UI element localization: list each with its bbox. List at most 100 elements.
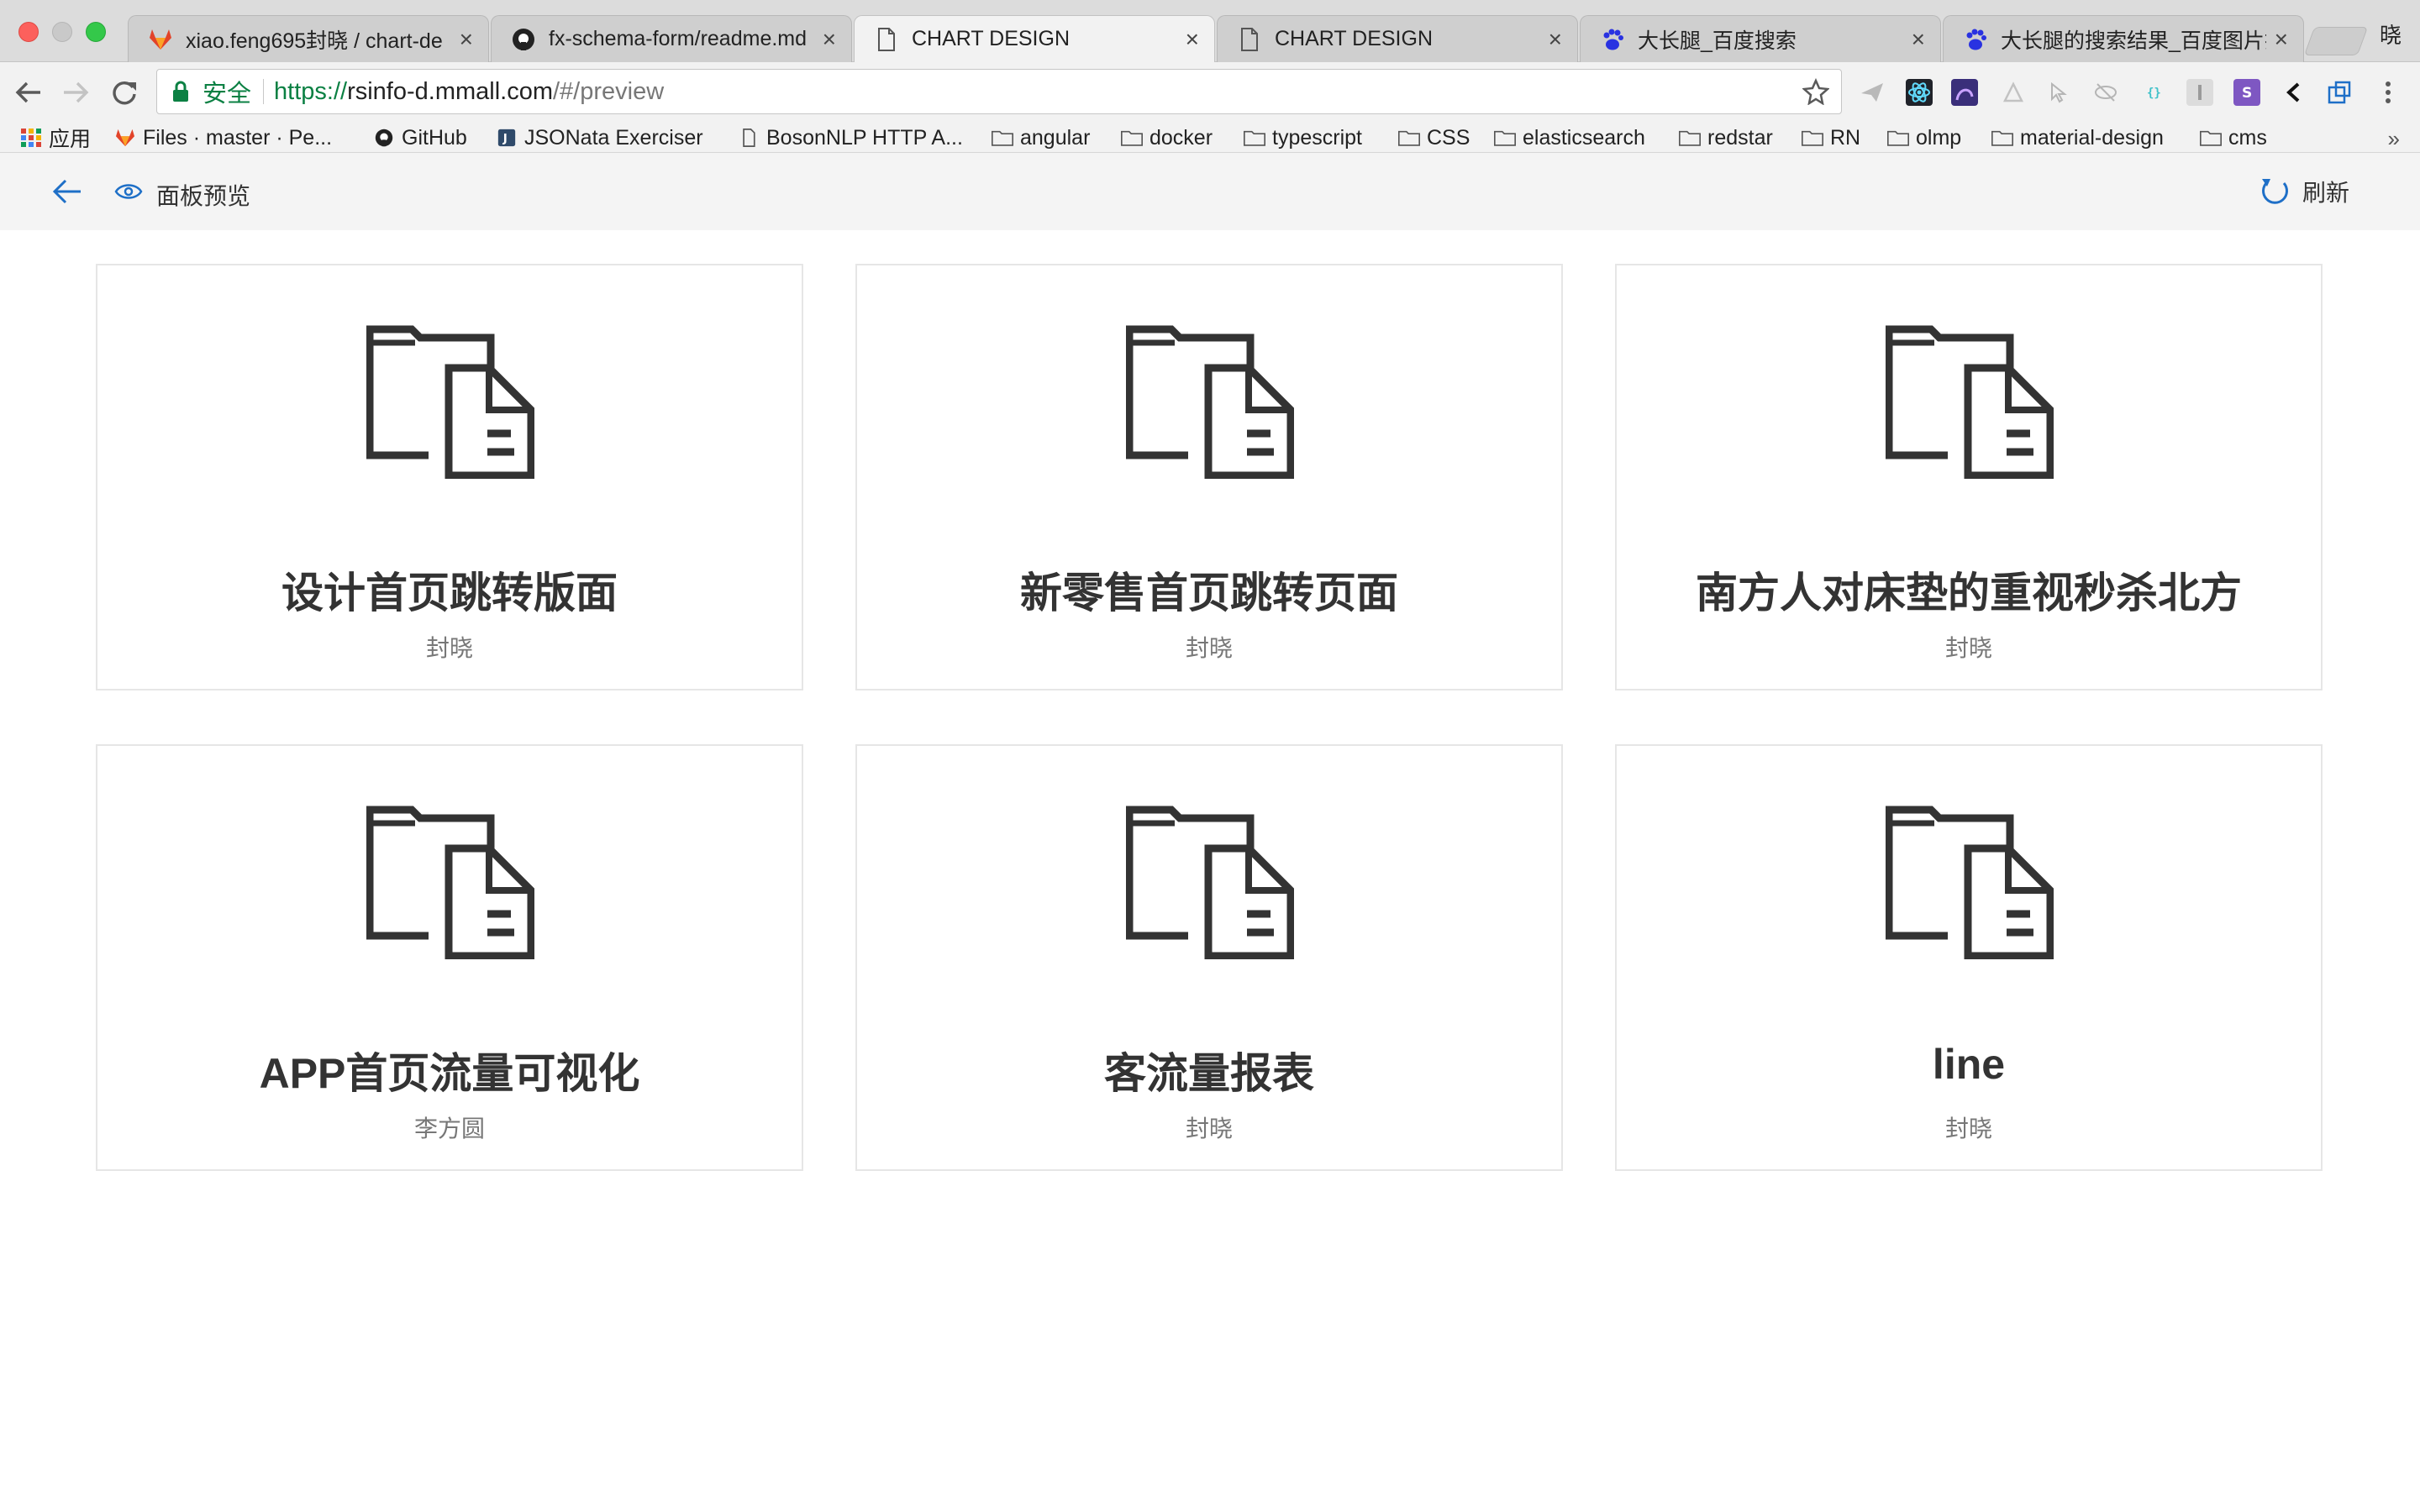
bookmark-label: Files · master · Pe...	[143, 125, 333, 150]
back-icon[interactable]	[12, 76, 45, 109]
browser-tab[interactable]: CHART DESIGN ×	[1217, 15, 1578, 62]
bookmark-label: material-design	[2020, 125, 2164, 150]
jsonata-icon: J	[497, 129, 516, 147]
tab-close-icon[interactable]: ×	[823, 26, 836, 53]
page-icon	[1238, 27, 1261, 51]
dashboard-card[interactable]: 设计首页跳转版面 封晓	[96, 264, 803, 690]
bookmark-label: BosonNLP HTTP A...	[766, 125, 963, 150]
dashboard-grid: 设计首页跳转版面 封晓 新零售首页跳转页面 封晓 南方人对床垫的重视秒杀北方 封…	[96, 264, 2323, 1171]
refresh-button[interactable]: 刷新	[2259, 175, 2349, 208]
minimize-window-button[interactable]	[52, 22, 72, 42]
bookmark-folder[interactable]: redstar	[1679, 126, 1773, 150]
folder-icon	[1398, 130, 1420, 146]
extension-chevron-icon[interactable]	[2281, 79, 2307, 106]
redux-devtools-icon[interactable]	[1951, 79, 1978, 106]
dashboard-card[interactable]: 客流量报表 封晓	[855, 744, 1563, 1171]
tab-close-icon[interactable]: ×	[460, 26, 473, 53]
extension-json-icon[interactable]: {}	[2139, 79, 2166, 106]
folder-icon	[1494, 130, 1516, 146]
browser-tab[interactable]: 大长腿的搜索结果_百度图片搜 ×	[1943, 15, 2304, 62]
extension-share-icon[interactable]	[2326, 79, 2353, 106]
bookmark-label: redstar	[1707, 125, 1773, 150]
bookmark-label: GitHub	[402, 125, 467, 150]
bookmark-folder[interactable]: angular	[992, 126, 1090, 150]
bookmark-star-icon[interactable]	[1802, 78, 1829, 105]
omnibox-divider	[263, 79, 265, 104]
folder-document-icon	[366, 806, 534, 959]
eye-icon	[114, 184, 143, 199]
bookmark-label: 应用	[49, 128, 92, 151]
browser-tab-active[interactable]: CHART DESIGN ×	[854, 15, 1215, 62]
bookmark-folder[interactable]: docker	[1121, 126, 1213, 150]
profile-button[interactable]: 晓	[2380, 18, 2402, 50]
page-title: 面板预览	[156, 183, 251, 209]
bookmark-item[interactable]: GitHub	[373, 126, 467, 150]
bookmark-label: JSONata Exerciser	[524, 125, 703, 150]
bookmark-item[interactable]: BosonNLP HTTP A...	[738, 126, 963, 150]
dashboard-card[interactable]: 南方人对床垫的重视秒杀北方 封晓	[1615, 264, 2323, 690]
page-icon	[743, 129, 755, 147]
react-devtools-icon[interactable]	[1906, 79, 1933, 106]
bookmark-folder[interactable]: RN	[1802, 126, 1860, 150]
secure-label: 安全	[203, 81, 252, 108]
browser-tab[interactable]: fx-schema-form/readme.md ×	[491, 15, 852, 62]
baidu-icon	[1964, 28, 1987, 51]
extension-gray-icon[interactable]	[2000, 79, 2027, 106]
reload-icon[interactable]	[108, 76, 141, 109]
browser-tab[interactable]: xiao.feng695封晓 / chart-de ×	[128, 15, 489, 62]
bookmark-folder[interactable]: material-design	[1991, 126, 2164, 150]
dashboard-card[interactable]: 新零售首页跳转页面 封晓	[855, 264, 1563, 690]
bookmark-folder[interactable]: elasticsearch	[1494, 126, 1645, 150]
card-title: 客流量报表	[1104, 1050, 1314, 1097]
folder-document-icon	[1886, 325, 2054, 479]
gitlab-icon	[149, 28, 172, 51]
bookmark-folder[interactable]: cms	[2200, 126, 2267, 150]
tab-title: 大长腿_百度搜索	[1638, 29, 1797, 53]
folder-icon	[1802, 130, 1823, 146]
bookmark-item[interactable]: Files · master · Pe...	[114, 126, 332, 150]
extension-bird-icon[interactable]	[1859, 79, 1886, 106]
folder-icon	[2200, 130, 2222, 146]
bookmark-item[interactable]: J JSONata Exerciser	[496, 126, 703, 150]
address-bar[interactable]: 安全 https:// rsinfo-d.mmall.com /#/previe…	[156, 69, 1842, 114]
bookmark-folder[interactable]: CSS	[1398, 126, 1470, 150]
card-author: 李方圆	[413, 1116, 485, 1142]
bookmark-folder[interactable]: typescript	[1244, 126, 1362, 150]
browser-toolbar: 安全 https:// rsinfo-d.mmall.com /#/previe…	[0, 62, 2420, 123]
svg-text:S: S	[2242, 85, 2252, 102]
menu-kebab-icon[interactable]	[2375, 79, 2402, 106]
browser-tab[interactable]: 大长腿_百度搜索 ×	[1580, 15, 1941, 62]
extension-cursor-icon[interactable]	[2045, 79, 2072, 106]
extension-eye-slash-icon[interactable]	[2092, 79, 2119, 106]
tab-close-icon[interactable]: ×	[1549, 26, 1562, 53]
tab-close-icon[interactable]: ×	[2275, 26, 2288, 53]
folder-icon	[1121, 130, 1143, 146]
folder-document-icon	[1886, 806, 2054, 959]
card-author: 封晓	[425, 635, 473, 661]
bookmark-label: typescript	[1272, 125, 1362, 150]
card-title: APP首页流量可视化	[259, 1050, 640, 1097]
close-window-button[interactable]	[18, 22, 39, 42]
tab-strip: xiao.feng695封晓 / chart-de × fx-schema-fo…	[0, 0, 2420, 62]
folder-icon	[992, 130, 1013, 146]
tab-close-icon[interactable]: ×	[1186, 26, 1199, 53]
extension-bar-icon[interactable]	[2186, 79, 2213, 106]
bookmark-folder[interactable]: olmp	[1887, 126, 1961, 150]
dashboard-card[interactable]: line 封晓	[1615, 744, 2323, 1171]
card-title: 新零售首页跳转页面	[1020, 570, 1398, 617]
bookmarks-overflow-button[interactable]: »	[2388, 126, 2400, 152]
tab-title: CHART DESIGN	[1275, 27, 1434, 50]
bookmark-item[interactable]: 应用	[20, 126, 92, 151]
back-arrow-icon[interactable]	[52, 178, 82, 205]
tab-close-icon[interactable]: ×	[1912, 26, 1925, 53]
maximize-window-button[interactable]	[86, 22, 106, 42]
new-tab-button[interactable]	[2303, 27, 2369, 55]
dashboard-card[interactable]: APP首页流量可视化 李方圆	[96, 744, 803, 1171]
extension-s-icon[interactable]: S	[2233, 79, 2260, 106]
github-icon	[375, 129, 393, 147]
forward-icon[interactable]	[59, 76, 92, 109]
svg-text:J: J	[502, 132, 508, 145]
lock-icon	[173, 81, 188, 102]
url-path: /#/preview	[553, 77, 665, 105]
folder-icon	[1244, 130, 1265, 146]
